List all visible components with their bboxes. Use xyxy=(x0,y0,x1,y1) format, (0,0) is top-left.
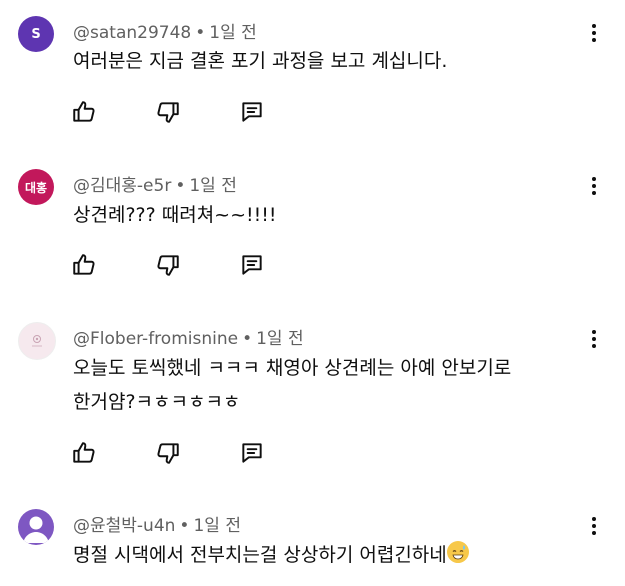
comment-text-line: 한거얌?ㅋㅎㅋㅎㅋㅎ xyxy=(73,391,241,413)
thumb-down-icon[interactable] xyxy=(152,96,184,128)
comment-time[interactable]: 1일 전 xyxy=(256,329,304,349)
more-vertical-icon[interactable] xyxy=(584,326,604,352)
comment-actions xyxy=(68,437,320,469)
avatar[interactable]: S xyxy=(18,16,54,52)
avatar[interactable]: 대홍 xyxy=(18,169,54,205)
reply-comment-icon[interactable] xyxy=(236,249,268,281)
reply-comment-icon[interactable] xyxy=(236,437,268,469)
flower-logo-icon xyxy=(32,335,42,347)
avatar[interactable] xyxy=(18,509,54,545)
default-user-icon xyxy=(23,516,49,543)
more-vertical-icon[interactable] xyxy=(584,173,604,199)
comment-time[interactable]: 1일 전 xyxy=(189,176,237,196)
more-vertical-icon[interactable] xyxy=(584,513,604,539)
thumb-up-icon[interactable] xyxy=(68,96,100,128)
comment-text: 오늘도 토씩했네 ㅋㅋㅋ 채영아 상견례는 아예 안보기로 한거얌?ㅋㅎㅋㅎㅋㅎ xyxy=(73,351,573,419)
avatar[interactable] xyxy=(18,322,56,360)
comment-text: 상견례??? 때려쳐~~!!!! xyxy=(73,204,277,226)
comment-actions xyxy=(68,249,320,281)
comment-meta: @satan29748 • 1일 전 xyxy=(73,23,257,43)
reply-comment-icon[interactable] xyxy=(236,96,268,128)
thumb-up-icon[interactable] xyxy=(68,249,100,281)
comment-time[interactable]: 1일 전 xyxy=(193,516,241,536)
comment-text-body: 명절 시댁에서 전부치는걸 상상하기 어렵긴하네 xyxy=(73,544,447,566)
comment-time[interactable]: 1일 전 xyxy=(209,23,257,43)
comment-actions xyxy=(68,96,320,128)
author-name[interactable]: @김대홍-e5r xyxy=(73,176,171,196)
comment-meta: @김대홍-e5r • 1일 전 xyxy=(73,176,237,196)
comment-text: 여러분은 지금 결혼 포기 과정을 보고 계십니다. xyxy=(73,50,448,72)
author-name[interactable]: @satan29748 xyxy=(73,23,191,43)
thumb-down-icon[interactable] xyxy=(152,437,184,469)
thumb-up-icon[interactable] xyxy=(68,437,100,469)
thumb-down-icon[interactable] xyxy=(152,249,184,281)
more-vertical-icon[interactable] xyxy=(584,20,604,46)
author-name[interactable]: @Flober-fromisnine xyxy=(73,329,238,349)
comment-text-line: 오늘도 토씩했네 ㅋㅋㅋ 채영아 상견례는 아예 안보기로 xyxy=(73,357,512,379)
grinning-sweat-emoji xyxy=(446,541,469,563)
comment-meta: @윤철박-u4n • 1일 전 xyxy=(73,516,241,536)
author-name[interactable]: @윤철박-u4n xyxy=(73,516,175,536)
comment-meta: @Flober-fromisnine • 1일 전 xyxy=(73,329,304,349)
comment-text: 명절 시댁에서 전부치는걸 상상하기 어렵긴하네 xyxy=(73,538,573,572)
